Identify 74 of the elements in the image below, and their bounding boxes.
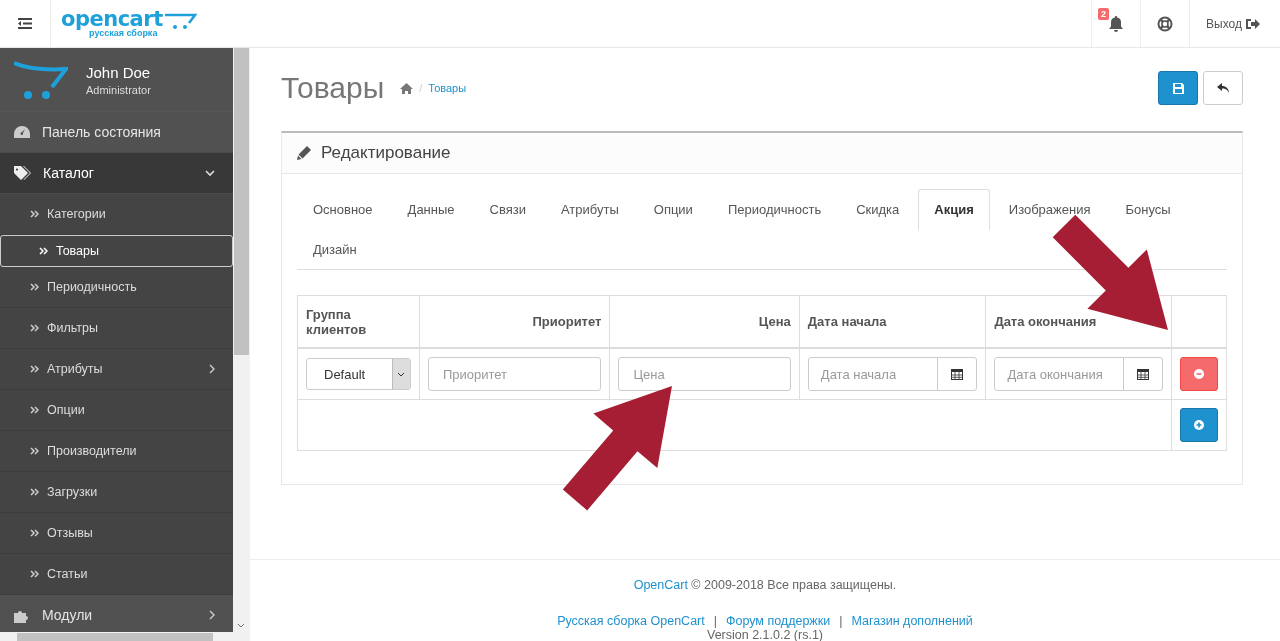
cart-avatar-icon xyxy=(14,60,68,99)
panel-title: Редактирование xyxy=(321,143,451,163)
link-separator: | xyxy=(839,614,843,628)
logout-button[interactable]: Выход xyxy=(1189,0,1280,47)
logo-wordmark: opencart xyxy=(61,9,163,29)
tab[interactable]: Периодичность xyxy=(711,189,838,229)
version-text: Version 2.1.0.2 (rs.1) xyxy=(706,628,824,641)
tab[interactable]: Акция xyxy=(918,189,990,230)
sidebar-item[interactable]: Панель состояния xyxy=(0,112,233,153)
lifebuoy-icon xyxy=(1157,15,1174,32)
bell-icon xyxy=(1109,15,1124,32)
double-chevron-icon xyxy=(30,488,39,496)
remove-button[interactable] xyxy=(1179,357,1218,391)
minus-circle-icon xyxy=(1193,369,1204,379)
breadcrumb-link[interactable]: Товары xyxy=(428,82,467,94)
chevron-right-icon xyxy=(209,364,215,374)
add-button[interactable] xyxy=(1179,408,1218,442)
double-chevron-icon xyxy=(30,324,39,332)
notification-count: 2 xyxy=(1098,8,1110,20)
end-date-field[interactable]: Дата окончания xyxy=(994,357,1163,391)
double-chevron-icon xyxy=(30,570,39,578)
footer-link[interactable]: Русская сборка OpenCart xyxy=(557,614,705,628)
tab[interactable]: Опции xyxy=(637,189,709,229)
sidebar-subitem[interactable]: Товары xyxy=(0,235,233,267)
tag-icon xyxy=(14,166,31,180)
tab[interactable]: Атрибуты xyxy=(544,189,635,229)
double-chevron-icon xyxy=(30,529,39,537)
tab[interactable]: Изображения xyxy=(992,189,1107,229)
customer-group-select[interactable]: Default xyxy=(306,358,411,390)
double-chevron-icon xyxy=(30,406,39,414)
footer-link[interactable]: OpenCart xyxy=(633,578,688,592)
sidebar-item[interactable]: Каталог xyxy=(0,153,233,194)
logo-tagline: русская сборка xyxy=(89,29,158,38)
breadcrumb-separator: / xyxy=(419,82,423,94)
calendar-icon xyxy=(1136,368,1149,380)
link-separator: | xyxy=(713,614,717,628)
double-chevron-icon xyxy=(30,365,39,373)
sidebar-item[interactable]: Модули xyxy=(0,595,233,632)
priority-field[interactable]: Приоритет xyxy=(427,357,602,391)
save-button[interactable] xyxy=(1158,71,1198,105)
price-field[interactable]: Цена xyxy=(618,357,791,391)
menu-icon xyxy=(18,18,32,29)
tab[interactable]: Дизайн xyxy=(297,229,373,269)
copyright-text: © 2009-2018 Все права защищены. xyxy=(691,578,897,592)
reply-arrow-icon xyxy=(1216,82,1230,94)
double-chevron-icon xyxy=(30,447,39,455)
tab[interactable]: Основное xyxy=(297,189,389,229)
dashboard-icon xyxy=(14,126,30,138)
chevron-down-icon xyxy=(205,169,215,177)
page-title: Товары xyxy=(281,71,385,105)
home-icon[interactable] xyxy=(400,82,414,94)
double-chevron-icon xyxy=(30,283,39,291)
start-date-field[interactable]: Дата начала xyxy=(807,357,978,391)
tab[interactable]: Данные xyxy=(391,189,471,229)
horizontal-scrollbar[interactable] xyxy=(0,632,250,641)
footer-link[interactable]: Форум поддержки xyxy=(725,614,831,628)
cart-logo-icon xyxy=(162,13,197,29)
footer-link[interactable]: Магазин дополнений xyxy=(851,614,973,628)
chevron-right-icon xyxy=(209,610,215,620)
scrollbar[interactable] xyxy=(233,48,250,632)
sign-out-icon xyxy=(1246,17,1260,30)
tab[interactable]: Связи xyxy=(473,189,542,229)
double-chevron-icon xyxy=(30,210,39,218)
plus-circle-icon xyxy=(1193,420,1204,430)
tab[interactable]: Скидка xyxy=(840,189,916,229)
back-button[interactable] xyxy=(1203,71,1243,105)
calendar-icon xyxy=(951,368,964,380)
scroll-down-icon xyxy=(237,623,245,628)
pencil-icon xyxy=(297,146,311,160)
tab[interactable]: Бонусы xyxy=(1109,189,1187,229)
caret-icon xyxy=(397,371,406,377)
user-name: John Doe xyxy=(86,63,151,81)
user-role: Administrator xyxy=(86,83,151,96)
double-chevron-icon xyxy=(39,247,48,255)
